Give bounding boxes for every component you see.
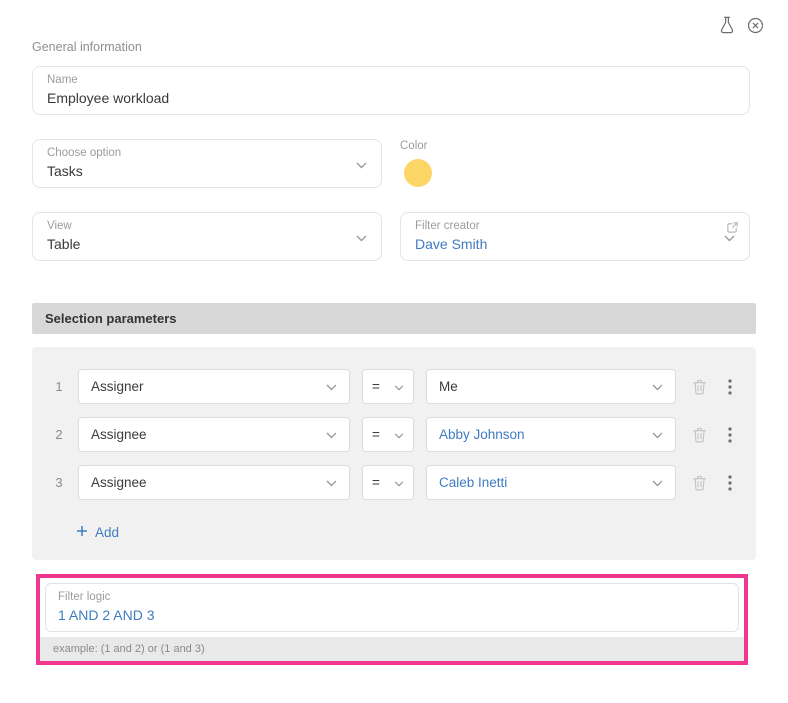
- chevron-down-icon: [394, 475, 404, 490]
- operator-select[interactable]: =: [362, 369, 414, 404]
- value-select[interactable]: Caleb Inetti: [426, 465, 676, 500]
- option-color-row: Choose option Tasks Color: [32, 139, 756, 188]
- operator-select-value: =: [372, 379, 380, 394]
- header-actions: [719, 16, 764, 34]
- kebab-menu-icon[interactable]: [722, 475, 738, 491]
- view-label: View: [47, 220, 367, 232]
- trash-icon[interactable]: [688, 379, 710, 395]
- kebab-menu-icon[interactable]: [722, 379, 738, 395]
- filter-logic-input[interactable]: Filter logic 1 AND 2 AND 3: [45, 583, 739, 632]
- choose-option-value: Tasks: [47, 162, 367, 180]
- chevron-down-icon: [652, 379, 663, 394]
- add-row-label: Add: [95, 525, 119, 540]
- filter-logic-hint: example: (1 and 2) or (1 and 3): [40, 637, 744, 661]
- color-picker: Color: [400, 139, 432, 187]
- name-field[interactable]: Name Employee workload: [32, 66, 750, 115]
- field-select-value: Assignee: [91, 475, 147, 490]
- chevron-down-icon: [394, 379, 404, 394]
- color-swatch[interactable]: [404, 159, 432, 187]
- name-field-value: Employee workload: [47, 89, 735, 107]
- choose-option-select[interactable]: Choose option Tasks: [32, 139, 382, 188]
- color-label: Color: [400, 140, 432, 152]
- operator-select[interactable]: =: [362, 465, 414, 500]
- name-field-label: Name: [47, 74, 735, 86]
- value-select-value: Me: [439, 379, 458, 394]
- filter-logic-label: Filter logic: [58, 591, 726, 603]
- value-select-value: Abby Johnson: [439, 427, 525, 442]
- filter-rows-panel: 1 Assigner = Me 2: [32, 347, 756, 560]
- trash-icon[interactable]: [688, 427, 710, 443]
- trash-icon[interactable]: [688, 475, 710, 491]
- view-select[interactable]: View Table: [32, 212, 382, 261]
- filter-editor-page: General information Name Employee worklo…: [0, 0, 788, 703]
- field-select-value: Assigner: [91, 379, 144, 394]
- field-select[interactable]: Assignee: [78, 417, 350, 452]
- choose-option-label: Choose option: [47, 147, 367, 159]
- chevron-down-icon: [356, 229, 367, 247]
- chevron-down-icon: [724, 229, 735, 247]
- chevron-down-icon: [326, 475, 337, 490]
- section-header-selection-parameters: Selection parameters: [32, 303, 756, 334]
- filter-logic-highlight: Filter logic 1 AND 2 AND 3 example: (1 a…: [36, 574, 748, 665]
- chevron-down-icon: [356, 156, 367, 174]
- add-row-button[interactable]: Add: [76, 525, 119, 540]
- chevron-down-icon: [326, 427, 337, 442]
- operator-select[interactable]: =: [362, 417, 414, 452]
- value-select[interactable]: Me: [426, 369, 676, 404]
- chevron-down-icon: [652, 427, 663, 442]
- operator-select-value: =: [372, 475, 380, 490]
- field-select-value: Assignee: [91, 427, 147, 442]
- filter-creator-label: Filter creator: [415, 220, 735, 232]
- close-circle-icon[interactable]: [747, 17, 764, 34]
- view-value: Table: [47, 235, 367, 253]
- field-select[interactable]: Assignee: [78, 465, 350, 500]
- field-select[interactable]: Assigner: [78, 369, 350, 404]
- filter-logic-value: 1 AND 2 AND 3: [58, 606, 726, 624]
- plus-icon: [76, 525, 88, 540]
- filter-row: 1 Assigner = Me: [52, 369, 738, 404]
- section-label-general-information: General information: [32, 0, 756, 54]
- filter-row: 2 Assignee = Abby Johnson: [52, 417, 738, 452]
- row-number: 3: [52, 475, 66, 490]
- filter-creator-value: Dave Smith: [415, 235, 735, 253]
- row-number: 1: [52, 379, 66, 394]
- value-select[interactable]: Abby Johnson: [426, 417, 676, 452]
- view-creator-row: View Table Filter creator Dave Smith: [32, 212, 756, 261]
- row-number: 2: [52, 427, 66, 442]
- chevron-down-icon: [326, 379, 337, 394]
- flask-icon[interactable]: [719, 16, 735, 34]
- filter-creator-select[interactable]: Filter creator Dave Smith: [400, 212, 750, 261]
- chevron-down-icon: [652, 475, 663, 490]
- chevron-down-icon: [394, 427, 404, 442]
- filter-row: 3 Assignee = Caleb Inetti: [52, 465, 738, 500]
- kebab-menu-icon[interactable]: [722, 427, 738, 443]
- value-select-value: Caleb Inetti: [439, 475, 507, 490]
- operator-select-value: =: [372, 427, 380, 442]
